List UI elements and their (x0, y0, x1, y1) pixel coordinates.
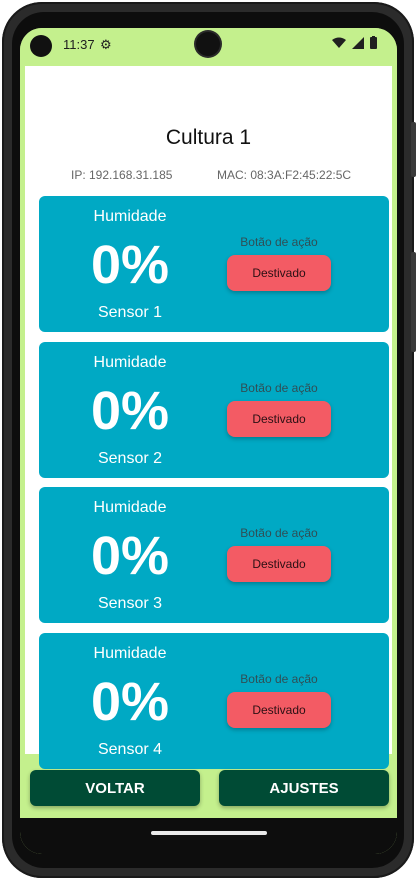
status-bar: 11:37 ⚙ (20, 28, 397, 62)
battery-icon (370, 36, 377, 49)
action-label: Botão de ação (240, 381, 318, 395)
volume-button (411, 252, 416, 352)
sensor-name: Sensor 1 (97, 304, 163, 321)
navigation-bar (20, 818, 397, 854)
action-button[interactable]: Destivado (227, 546, 331, 582)
action-button[interactable]: Destivado (227, 692, 331, 728)
humidity-value: 0% (90, 672, 170, 732)
signal-icon (352, 36, 364, 49)
action-button[interactable]: Destivado (227, 255, 331, 291)
sensor-name: Sensor 3 (97, 595, 163, 612)
status-time: 11:37 (63, 37, 95, 52)
humidity-value: 0% (90, 526, 170, 586)
ip-address: IP: 192.168.31.185 (71, 168, 173, 182)
humidity-label: Humidade (93, 354, 167, 371)
screen: 11:37 ⚙ Cultura 1 IP: 192.168.31.185 MAC… (20, 28, 397, 854)
camera-icon (30, 35, 52, 57)
humidity-label: Humidade (93, 499, 167, 516)
settings-button[interactable]: AJUSTES (219, 770, 389, 806)
home-gesture-handle[interactable] (151, 831, 267, 835)
status-icons (332, 36, 377, 49)
back-button[interactable]: VOLTAR (30, 770, 200, 806)
humidity-value: 0% (90, 235, 170, 295)
wifi-icon (332, 37, 346, 48)
front-camera-icon (196, 32, 220, 56)
main-panel: Cultura 1 IP: 192.168.31.185 MAC: 08:3A:… (25, 66, 392, 769)
action-button[interactable]: Destivado (227, 401, 331, 437)
sensor-card-3: Humidade 0% Sensor 3 Botão de ação Desti… (39, 487, 389, 623)
sensor-name: Sensor 2 (97, 450, 163, 467)
mac-address: MAC: 08:3A:F2:45:22:5C (217, 168, 352, 182)
sensor-name: Sensor 4 (97, 741, 163, 758)
power-button (411, 122, 416, 177)
action-label: Botão de ação (240, 672, 318, 686)
humidity-value: 0% (90, 381, 170, 441)
page-title: Cultura 1 (165, 126, 252, 149)
settings-gear-icon: ⚙ (100, 37, 112, 52)
sensor-card-4: Humidade 0% Sensor 4 Botão de ação Desti… (39, 633, 389, 769)
humidity-label: Humidade (93, 208, 167, 225)
action-label: Botão de ação (240, 235, 318, 249)
sensor-card-2: Humidade 0% Sensor 2 Botão de ação Desti… (39, 342, 389, 478)
action-label: Botão de ação (240, 526, 318, 540)
humidity-label: Humidade (93, 645, 167, 662)
sensor-card-1: Humidade 0% Sensor 1 Botão de ação Desti… (39, 196, 389, 332)
